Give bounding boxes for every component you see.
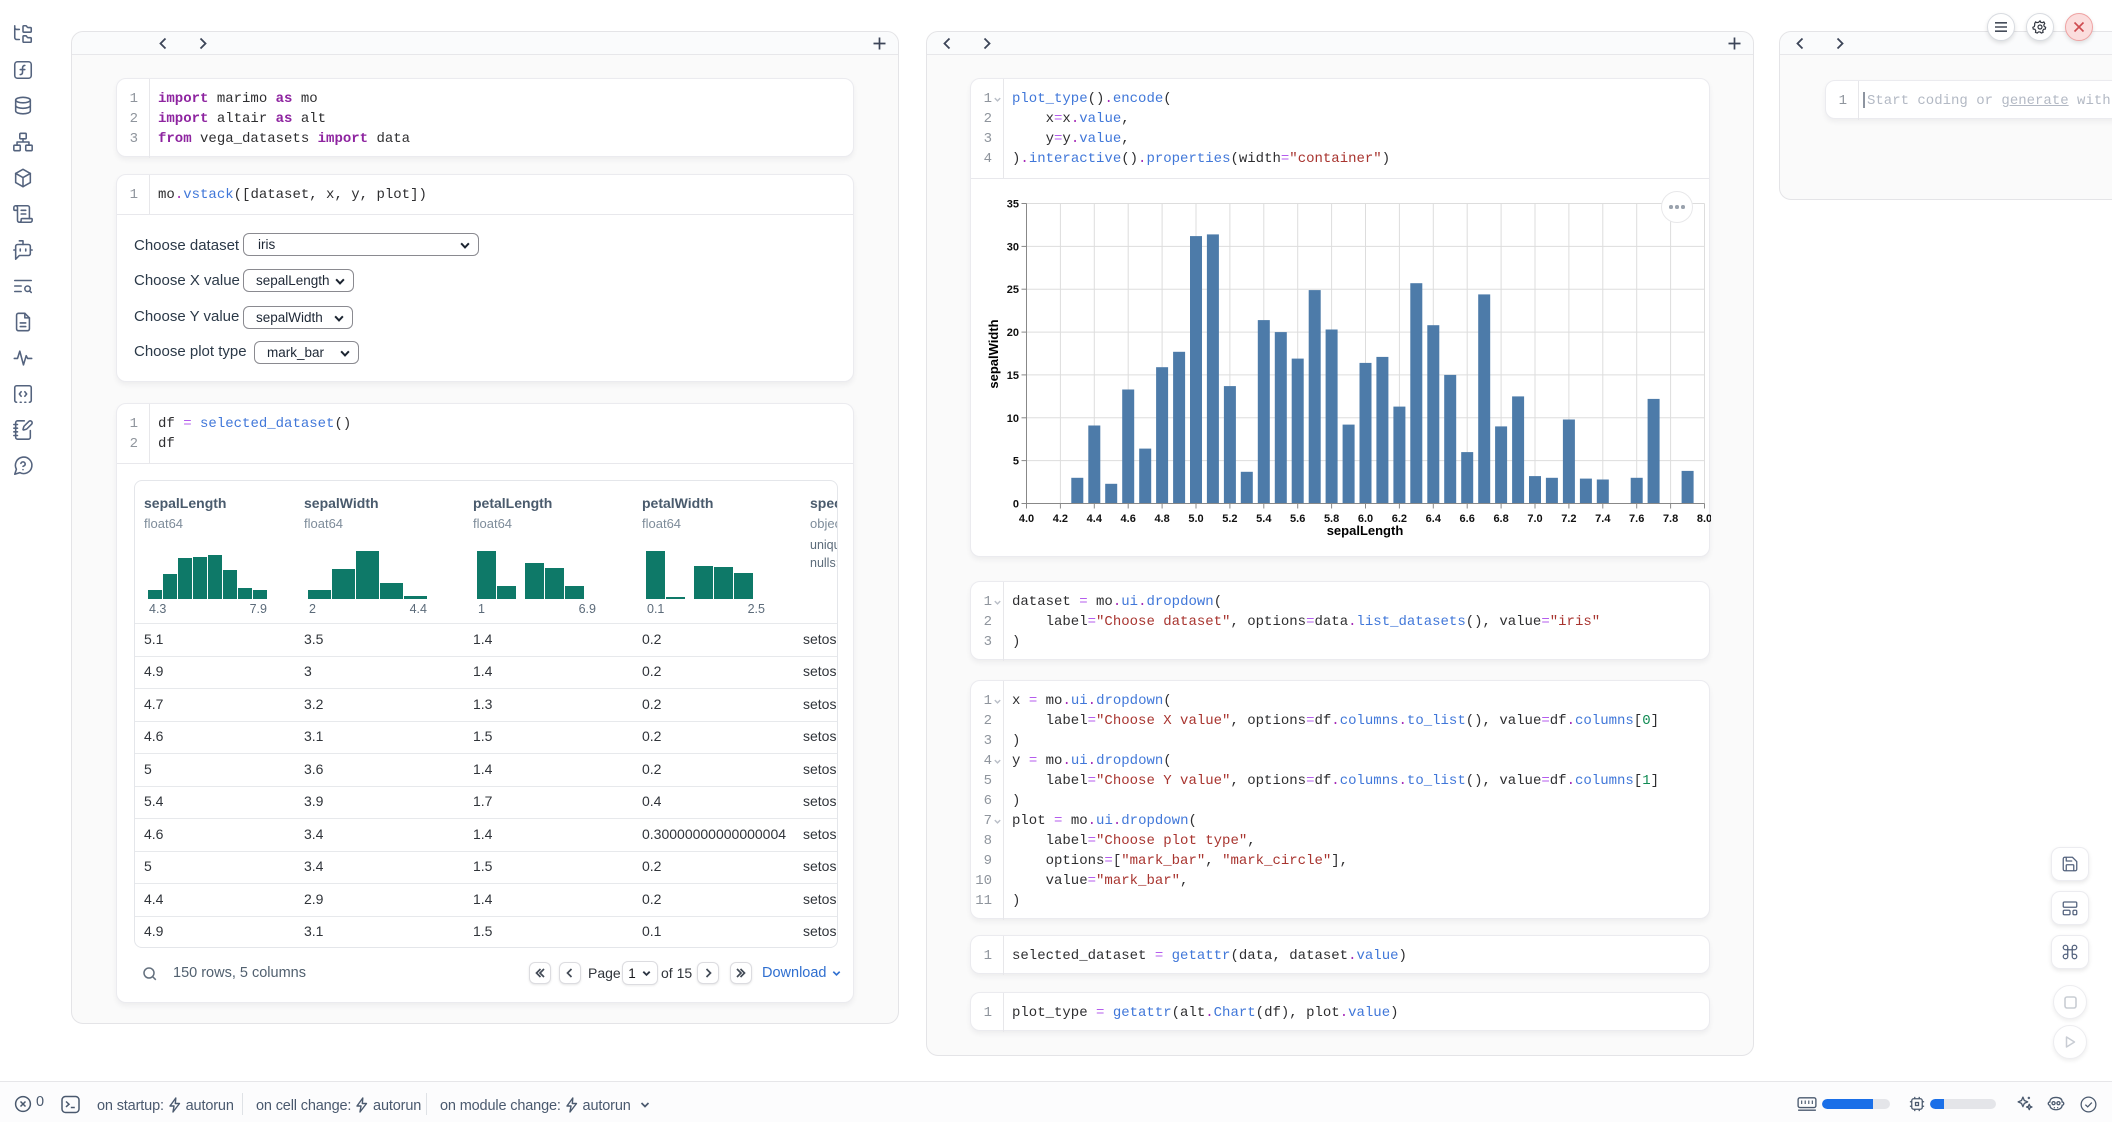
svg-text:5: 5 bbox=[1013, 456, 1019, 468]
svg-text:8.0: 8.0 bbox=[1697, 513, 1711, 525]
svg-text:5.2: 5.2 bbox=[1222, 513, 1237, 525]
svg-text:7.0: 7.0 bbox=[1527, 513, 1542, 525]
svg-text:6.8: 6.8 bbox=[1493, 513, 1508, 525]
svg-text:5.4: 5.4 bbox=[1256, 513, 1272, 525]
svg-text:7.8: 7.8 bbox=[1663, 513, 1678, 525]
svg-text:6.6: 6.6 bbox=[1460, 513, 1475, 525]
svg-text:5.0: 5.0 bbox=[1188, 513, 1203, 525]
svg-text:10: 10 bbox=[1007, 413, 1019, 425]
svg-text:7.2: 7.2 bbox=[1561, 513, 1576, 525]
svg-text:4.2: 4.2 bbox=[1053, 513, 1068, 525]
svg-text:4.8: 4.8 bbox=[1154, 513, 1169, 525]
svg-text:30: 30 bbox=[1007, 241, 1019, 253]
svg-text:25: 25 bbox=[1007, 284, 1019, 296]
svg-text:6.4: 6.4 bbox=[1426, 513, 1442, 525]
svg-text:5.6: 5.6 bbox=[1290, 513, 1305, 525]
svg-text:0: 0 bbox=[1013, 499, 1019, 511]
svg-text:sepalWidth: sepalWidth bbox=[986, 319, 1001, 388]
svg-text:20: 20 bbox=[1007, 327, 1019, 339]
svg-text:4.0: 4.0 bbox=[1019, 513, 1034, 525]
svg-text:15: 15 bbox=[1007, 370, 1019, 382]
svg-text:7.4: 7.4 bbox=[1595, 513, 1611, 525]
svg-text:4.6: 4.6 bbox=[1121, 513, 1136, 525]
svg-text:4.4: 4.4 bbox=[1087, 513, 1103, 525]
svg-text:sepalLength: sepalLength bbox=[1327, 523, 1404, 538]
svg-text:7.6: 7.6 bbox=[1629, 513, 1644, 525]
svg-text:35: 35 bbox=[1007, 199, 1019, 211]
